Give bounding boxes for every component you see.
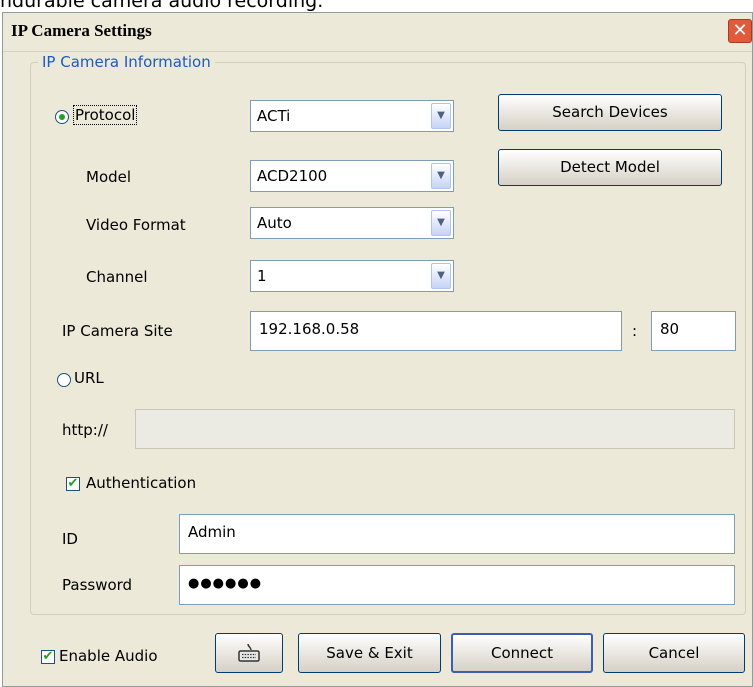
close-button[interactable]: ✕ (728, 19, 752, 43)
enable-audio-label[interactable]: Enable Audio (59, 647, 158, 665)
model-value: ACD2100 (257, 167, 328, 185)
password-label: Password (62, 576, 133, 594)
protocol-radio[interactable] (55, 110, 69, 124)
channel-value: 1 (257, 267, 267, 285)
chevron-down-icon[interactable]: ▼ (431, 263, 451, 289)
url-input[interactable] (135, 409, 735, 449)
id-value: Admin (188, 523, 236, 541)
url-radio[interactable] (57, 373, 71, 387)
model-label: Model (86, 168, 132, 186)
chevron-down-icon[interactable]: ▼ (431, 163, 451, 189)
port-input[interactable]: 80 (651, 311, 736, 351)
id-label: ID (62, 530, 78, 548)
ip-address-input[interactable]: 192.168.0.58 (250, 311, 622, 351)
port-separator: : (632, 322, 638, 340)
keyboard-icon (238, 643, 260, 662)
connect-button[interactable]: Connect (451, 633, 593, 673)
title-bar: IP Camera Settings ✕ (3, 13, 752, 52)
port-value: 80 (660, 320, 680, 338)
ip-camera-site-label: IP Camera Site (62, 322, 173, 340)
detect-model-button[interactable]: Detect Model (498, 149, 722, 186)
group-label: IP Camera Information (38, 53, 215, 71)
cancel-button[interactable]: Cancel (603, 633, 745, 673)
video-format-select[interactable]: Auto ▼ (250, 207, 454, 239)
password-input[interactable]: ●●●●●● (179, 565, 735, 605)
chevron-down-icon[interactable]: ▼ (431, 210, 451, 236)
channel-select[interactable]: 1 ▼ (250, 260, 454, 292)
search-devices-button[interactable]: Search Devices (498, 94, 722, 131)
authentication-label[interactable]: Authentication (86, 474, 196, 492)
ip-address-value: 192.168.0.58 (259, 320, 360, 338)
protocol-label[interactable]: Protocol (73, 105, 138, 125)
dialog-title: IP Camera Settings (11, 21, 152, 40)
close-icon: ✕ (732, 20, 748, 41)
chevron-down-icon[interactable]: ▼ (431, 103, 451, 129)
model-select[interactable]: ACD2100 ▼ (250, 160, 454, 192)
video-format-value: Auto (257, 214, 292, 232)
password-value: ●●●●●● (188, 576, 263, 591)
page-caption: ndurable camera audio recording. (0, 0, 324, 12)
protocol-value: ACTi (257, 107, 291, 125)
video-format-label: Video Format (86, 216, 186, 234)
url-label[interactable]: URL (74, 369, 104, 387)
channel-label: Channel (86, 268, 148, 286)
id-input[interactable]: Admin (179, 514, 735, 554)
enable-audio-checkbox[interactable]: ✔ (41, 650, 55, 664)
keyboard-button[interactable] (215, 633, 283, 673)
authentication-checkbox[interactable]: ✔ (66, 477, 80, 491)
save-exit-button[interactable]: Save & Exit (298, 633, 441, 673)
protocol-select[interactable]: ACTi ▼ (250, 100, 454, 132)
http-prefix-label: http:// (62, 421, 108, 439)
